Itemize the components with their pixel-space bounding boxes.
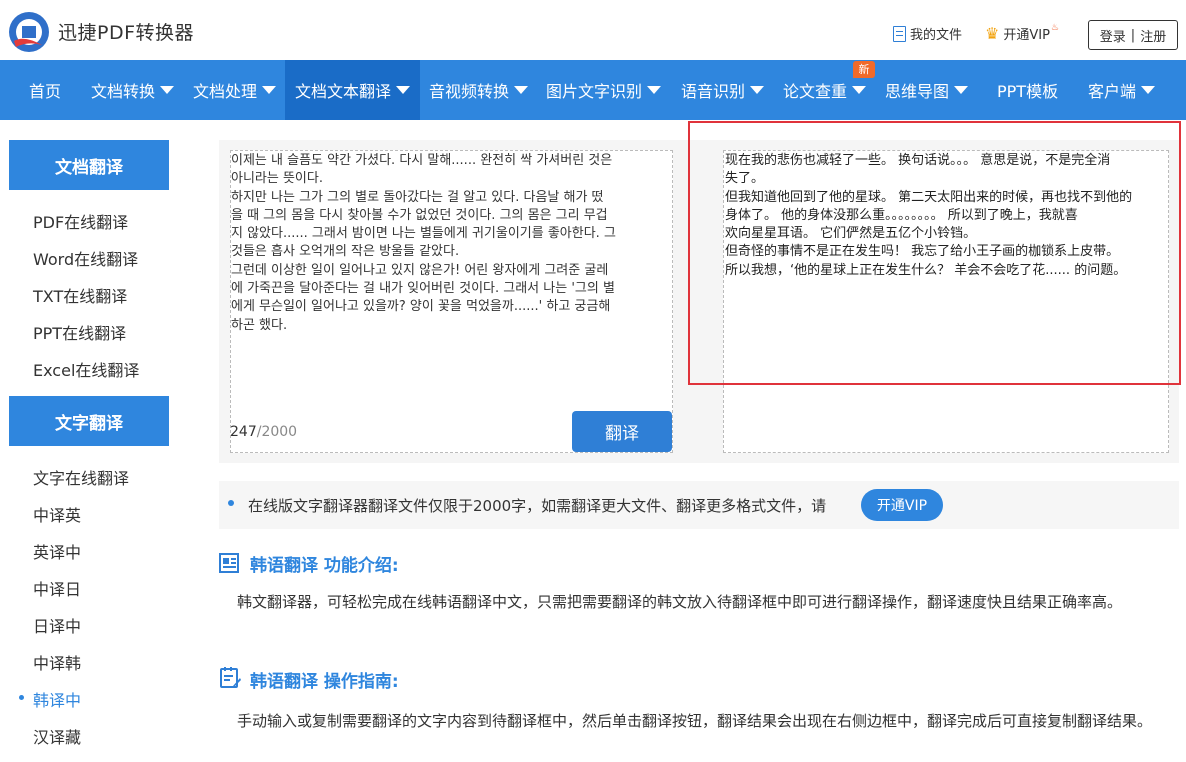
nav-label: 文档处理 <box>193 82 258 101</box>
sidebar-item-excel[interactable]: Excel在线翻译 <box>33 357 139 381</box>
app-title[interactable]: 迅捷PDF转换器 <box>58 18 194 45</box>
nav-label: 客户端 <box>1088 82 1137 101</box>
nav-item-av-convert[interactable]: 音视频转换 <box>429 60 529 120</box>
char-counter: 247/2000 <box>230 424 297 440</box>
caret-down-icon <box>1141 86 1156 94</box>
sidebar-item-word[interactable]: Word在线翻译 <box>33 246 138 270</box>
sidebar-item-ppt[interactable]: PPT在线翻译 <box>33 320 126 344</box>
caret-down-icon <box>750 86 765 94</box>
open-vip-label: 开通VIP <box>1003 28 1050 43</box>
guide-body: 手动输入或复制需要翻译的文字内容到待翻译框中，然后单击翻译按钮，翻译结果会出现在… <box>237 712 1153 730</box>
nav-label: 音视频转换 <box>429 82 510 101</box>
guide-icon <box>220 667 241 688</box>
nav-item-home[interactable]: 首页 <box>29 60 61 120</box>
sidebar-item-zh-ko[interactable]: 中译韩 <box>33 650 81 674</box>
my-files-label: 我的文件 <box>910 28 963 43</box>
new-badge: 新 <box>853 61 875 78</box>
caret-down-icon <box>852 86 867 94</box>
sidebar: 文档翻译 PDF在线翻译 Word在线翻译 TXT在线翻译 PPT在线翻译 Ex… <box>9 120 169 762</box>
sidebar-item-pdf[interactable]: PDF在线翻译 <box>33 209 128 233</box>
caret-down-icon <box>647 86 662 94</box>
sidebar-item-ko-zh[interactable]: 韩译中 <box>33 687 81 711</box>
nav-label: 文档转换 <box>91 82 156 101</box>
app-logo-icon[interactable] <box>8 11 50 53</box>
active-dot-icon <box>19 695 24 700</box>
flame-icon: ♨ <box>1050 22 1059 33</box>
sidebar-item-zh-en[interactable]: 中译英 <box>33 502 81 526</box>
caret-down-icon <box>954 86 969 94</box>
nav-item-ppt[interactable]: PPT模板 <box>997 60 1058 120</box>
feature-intro-icon <box>219 553 239 573</box>
sidebar-heading-doc-translate: 文档翻译 <box>9 140 169 190</box>
nav-item-doc-translate[interactable]: 文档文本翻译 <box>285 60 421 120</box>
sidebar-item-zh-bo[interactable]: 汉译藏 <box>33 724 81 748</box>
register-button[interactable]: 注册 <box>1140 26 1166 45</box>
sidebar-item-text-online[interactable]: 文字在线翻译 <box>33 465 129 489</box>
open-vip-button[interactable]: 开通VIP <box>861 489 943 521</box>
nav-item-ocr[interactable]: 图片文字识别 <box>546 60 662 120</box>
nav-label: 思维导图 <box>885 82 950 101</box>
caret-down-icon <box>396 86 411 94</box>
guide-title: 韩语翻译 操作指南: <box>250 672 399 692</box>
highlight-frame <box>688 121 1181 385</box>
nav-label: 语音识别 <box>681 82 746 101</box>
login-button[interactable]: 登录 <box>1100 26 1126 45</box>
nav-item-speech[interactable]: 语音识别 <box>681 60 765 120</box>
notice-text: 在线版文字翻译器翻译文件仅限于2000字，如需翻译更大文件、翻译更多格式文件，请 <box>248 497 827 515</box>
login-divider: | <box>1130 27 1136 43</box>
source-text-value[interactable]: 이제는 내 슬픔도 약간 가셨다. 다시 말해...... 완전히 싹 가셔버린… <box>231 152 671 335</box>
bullet-icon <box>228 500 234 506</box>
caret-down-icon <box>160 86 175 94</box>
sidebar-item-en-zh[interactable]: 英译中 <box>33 539 81 563</box>
sidebar-item-txt[interactable]: TXT在线翻译 <box>33 283 127 307</box>
nav-label: 图片文字识别 <box>546 82 643 101</box>
nav-item-doc-process[interactable]: 文档处理 <box>193 60 277 120</box>
nav-item-mindmap[interactable]: 思维导图 <box>885 60 969 120</box>
open-vip-link[interactable]: ♛ 开通VIP ♨ <box>985 22 1062 44</box>
caret-down-icon <box>514 86 529 94</box>
my-files-link[interactable]: 我的文件 <box>893 24 962 43</box>
feature-intro-title: 韩语翻译 功能介绍: <box>250 556 399 576</box>
char-max: /2000 <box>256 424 298 440</box>
caret-down-icon <box>262 86 277 94</box>
nav-label: 论文查重 <box>783 82 848 101</box>
nav-label: 文档文本翻译 <box>295 82 392 101</box>
sidebar-heading-text-translate: 文字翻译 <box>9 396 169 446</box>
translate-button[interactable]: 翻译 <box>572 411 672 452</box>
feature-intro-body: 韩文翻译器，可轻松完成在线韩语翻译中文，只需把需要翻译的韩文放入待翻译框中即可进… <box>237 593 1123 611</box>
nav-label: PPT模板 <box>997 82 1059 101</box>
nav-item-doc-convert[interactable]: 文档转换 <box>91 60 175 120</box>
sidebar-item-zh-ja[interactable]: 中译日 <box>33 576 81 600</box>
top-header: 迅捷PDF转换器 我的文件 ♛ 开通VIP ♨ 登录 | 注册 <box>0 0 1186 60</box>
main-nav: 首页 文档转换 文档处理 文档文本翻译 音视频转换 图片文字识别 语音识别 论文… <box>0 60 1186 120</box>
document-icon <box>893 25 906 42</box>
nav-label: 首页 <box>29 82 62 101</box>
char-count: 247 <box>230 424 257 440</box>
sidebar-item-ja-zh[interactable]: 日译中 <box>33 613 81 637</box>
crown-icon: ♛ <box>985 23 1000 43</box>
login-register-box: 登录 | 注册 <box>1088 20 1178 50</box>
nav-item-client[interactable]: 客户端 <box>1088 60 1156 120</box>
